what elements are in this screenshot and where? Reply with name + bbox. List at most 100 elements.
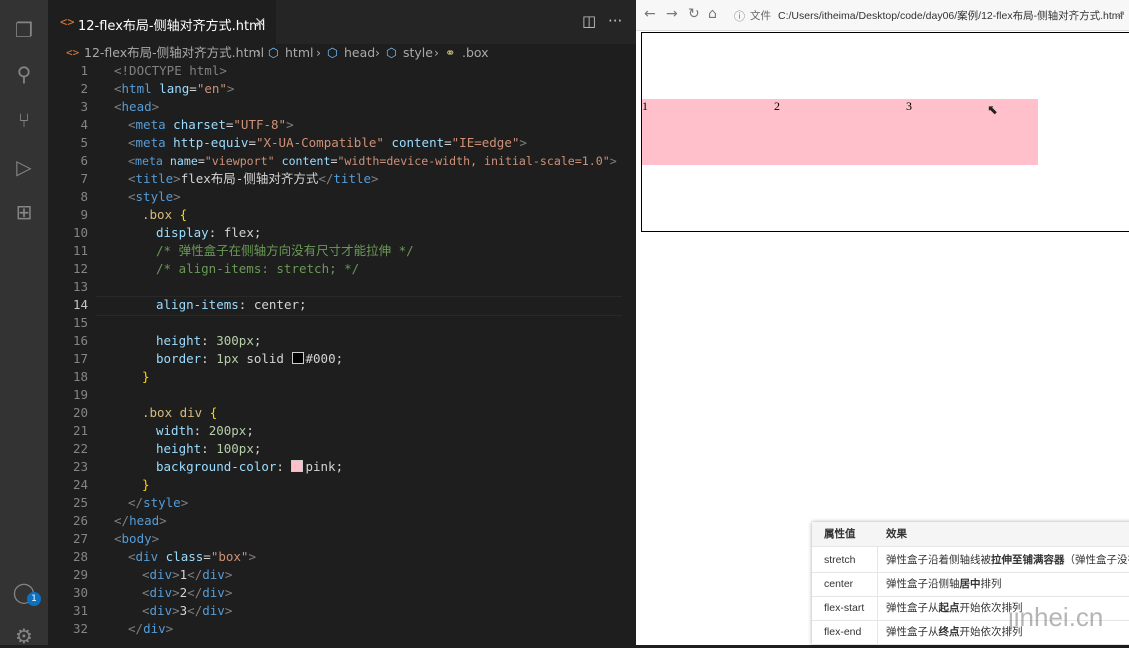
split-editor-icon[interactable]: ◫ [582,12,596,30]
color-swatch[interactable] [291,460,304,472]
breadcrumb-selector[interactable]: .box [462,44,489,62]
breadcrumb-html[interactable]: html [285,44,313,62]
code-editor[interactable]: 1 <!DOCTYPE html> 2 <html lang="en"> 3 <hea… [48,62,636,645]
code-line: align-items: center; [156,297,307,312]
line-number: 6 [80,153,88,168]
line-number: 14 [72,297,88,312]
close-icon[interactable]: × [254,13,267,31]
breadcrumb-head[interactable]: head [344,44,375,62]
code-line: /* 弹性盒子在侧轴方向没有尺寸才能拉伸 */ [156,243,414,258]
breadcrumb: <> 12-flex布局-侧轴对齐方式.html › ⬡ html › ⬡ he… [48,44,636,62]
line-number: 13 [72,279,88,294]
code-line: </style> [128,495,189,510]
line-number: 4 [80,117,88,132]
code-line: <head> [114,99,160,114]
line-number: 15 [72,315,88,330]
code-line: </head> [114,513,167,528]
line-number: 11 [72,243,88,258]
chevron-right-icon: › [256,45,261,60]
line-number: 25 [72,495,88,510]
more-actions-icon[interactable]: ··· [608,12,622,30]
cell-effect: 弹性盒子沿着侧轴线被拉伸至铺满容器（弹性盒子没有 [886,554,1129,566]
table-row: stretch 弹性盒子沿着侧轴线被拉伸至铺满容器（弹性盒子没有 [812,548,1129,573]
code-line: <meta charset="UTF-8"> [128,117,294,132]
code-line: background-color: pink; [156,459,344,474]
html-file-icon: <> [60,15,75,29]
line-number: 21 [72,423,88,438]
code-line: <body> [114,531,160,546]
code-line: <div>2</div> [142,585,233,600]
header-effect: 效果 [886,528,907,540]
code-line: <!DOCTYPE html> [114,63,227,78]
forward-icon[interactable]: → [666,6,678,22]
table-header-row: 属性值 效果 [812,522,1129,547]
line-number: 27 [72,531,88,546]
line-number: 5 [80,135,88,150]
chevron-right-icon: › [316,45,321,60]
explorer-icon[interactable]: ❐ [12,18,36,42]
code-line: </div> [128,621,174,636]
home-icon[interactable]: ⌂ [708,6,717,22]
line-number: 9 [80,207,88,222]
line-number: 2 [80,81,88,96]
cell-effect: 弹性盒子沿侧轴居中排列 [886,578,1002,590]
tab-active-file[interactable]: <> 12-flex布局-侧轴对齐方式.html × [48,0,276,45]
reload-icon[interactable]: ↻ [688,6,700,22]
url-input[interactable]: C:/Users/itheima/Desktop/code/day06/案例/1… [778,8,1123,23]
search-icon[interactable]: ⚲ [12,62,36,86]
line-number: 31 [72,603,88,618]
share-icon[interactable]: ⇗ [1116,8,1125,21]
table-row: center 弹性盒子沿侧轴居中排列 [812,572,1129,597]
back-icon[interactable]: ← [644,6,656,22]
line-number: 24 [72,477,88,492]
html-file-icon: <> [66,46,80,59]
mouse-cursor-icon: ⬉ [987,103,998,118]
element-icon: ⬡ [386,45,397,60]
cell-value: flex-end [824,626,862,638]
header-value: 属性值 [824,528,856,540]
tab-title: 12-flex布局-侧轴对齐方式.html [78,19,266,34]
info-icon: ⓘ [734,10,745,23]
line-number: 22 [72,441,88,456]
line-number: 17 [72,351,88,366]
breadcrumb-file[interactable]: 12-flex布局-侧轴对齐方式.html [84,44,264,62]
source-control-icon[interactable]: ⑂ [12,108,36,132]
cell-effect: 弹性盒子从终点开始依次排列 [886,626,1023,638]
code-line: <div class="box"> [128,549,256,564]
flex-item: 2 [774,99,906,165]
selector-icon: ⚭ [445,45,456,60]
chevron-right-icon: › [434,45,439,60]
line-number: 10 [72,225,88,240]
notification-badge: 1 [27,592,41,606]
line-number: 20 [72,405,88,420]
breadcrumb-style[interactable]: style [403,44,433,62]
cell-value: center [824,578,854,590]
code-line: .box div { [142,405,218,420]
code-line: height: 100px; [156,441,262,456]
line-number: 7 [80,171,88,186]
code-line: <html lang="en"> [114,81,235,96]
extensions-icon[interactable]: ⊞ [12,200,36,224]
line-number: 8 [80,189,88,204]
cell-effect: 弹性盒子从起点开始依次排列 [886,602,1023,614]
flex-item: 3 [906,99,1038,165]
flex-item: 1 [642,99,774,165]
gear-icon[interactable]: ⚙ [12,624,36,648]
color-swatch[interactable] [291,352,304,364]
line-number: 29 [72,567,88,582]
code-line: border: 1px solid #000; [156,351,344,366]
code-line: <title>flex布局-侧轴对齐方式</title> [128,171,379,186]
chevron-right-icon: › [375,45,380,60]
code-line: } [142,477,150,492]
element-icon: ⬡ [327,45,338,60]
run-debug-icon[interactable]: ▷ [12,155,36,179]
code-line: height: 300px; [156,333,262,348]
code-line: display: flex; [156,225,262,240]
line-number: 3 [80,99,88,114]
element-icon: ⬡ [268,45,279,60]
code-line: width: 200px; [156,423,254,438]
line-number: 28 [72,549,88,564]
url-scheme-label: 文件 [750,10,771,22]
line-number: 16 [72,333,88,348]
code-line: .box { [142,207,188,222]
